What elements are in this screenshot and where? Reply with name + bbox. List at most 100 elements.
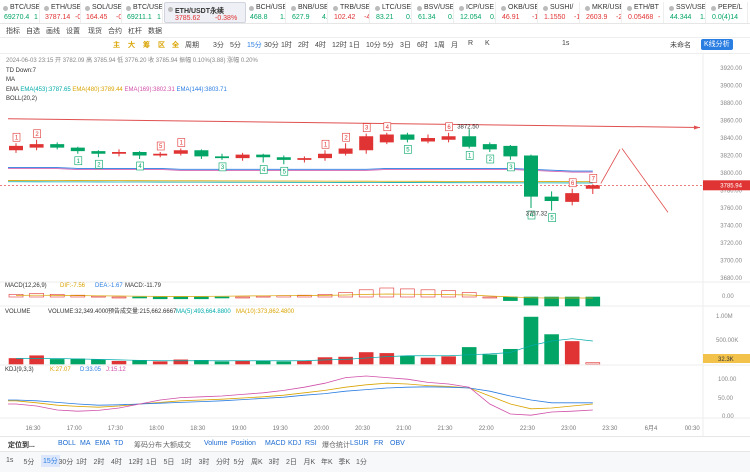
indicator-6[interactable]: 大额成交	[163, 440, 191, 450]
symbol-tab[interactable]: ICP/USE×12.0540.2	[456, 2, 496, 23]
symbol-tab[interactable]: SUSHI/×1.1550-1.	[540, 2, 580, 23]
indicator-0[interactable]: 定位到...	[8, 440, 35, 450]
candle-body[interactable]	[462, 136, 477, 147]
symbol-tab[interactable]: MKR/USE×2603.9-2.	[582, 2, 622, 23]
candle-body[interactable]	[441, 136, 456, 140]
candle-body[interactable]	[173, 150, 188, 154]
drawn-arrow-down[interactable]	[621, 148, 669, 213]
symbol-tab[interactable]: LTC/USE×83.210.14	[372, 2, 412, 23]
candle-body[interactable]	[524, 155, 538, 197]
period-1[interactable]: 5分	[230, 40, 241, 50]
bottom-period-10[interactable]: 1时	[181, 457, 192, 467]
period-7[interactable]: 12时	[332, 40, 347, 50]
indicator-14[interactable]: FR	[374, 440, 383, 447]
kline-analysis-button[interactable]: K线分析	[701, 39, 733, 50]
period-16[interactable]: K	[485, 40, 490, 47]
bottom-period-2[interactable]: 15分	[41, 455, 60, 467]
candle-body[interactable]	[421, 138, 435, 142]
indicator-8[interactable]: Position	[231, 440, 256, 447]
symbol-tab[interactable]: SOL/USE×164.45-0.	[82, 2, 122, 23]
candle-body[interactable]	[256, 154, 271, 158]
indicator-2[interactable]: MA	[80, 440, 91, 447]
period-13[interactable]: 1周	[434, 40, 445, 50]
indicator-11[interactable]: RSI	[305, 440, 317, 447]
candle-body[interactable]	[297, 158, 312, 160]
bottom-period-18[interactable]: 年K	[321, 457, 333, 467]
bottom-period-13[interactable]: 5分	[234, 457, 245, 467]
bottom-period-8[interactable]: 1日	[146, 457, 157, 467]
candle-body[interactable]	[318, 153, 332, 159]
chart-mode-1[interactable]: 大	[128, 40, 135, 50]
period-11[interactable]: 3日	[400, 40, 411, 50]
period-3[interactable]: 30分	[264, 40, 279, 50]
favorite-button[interactable]: 自选	[26, 26, 40, 36]
chart-mode-4[interactable]: 全	[172, 40, 179, 50]
chart-mode-0[interactable]: 主	[113, 40, 120, 50]
bottom-period-15[interactable]: 3时	[269, 457, 280, 467]
candle-body[interactable]	[153, 153, 168, 156]
indicator-3[interactable]: EMA	[95, 440, 110, 447]
symbol-tab[interactable]: BTC/USE×69270.41	[0, 2, 40, 23]
bottom-period-3[interactable]: 30分	[59, 457, 74, 467]
indicator-5[interactable]: 筹码分布	[134, 440, 162, 450]
candle-body[interactable]	[91, 151, 106, 154]
candle-body[interactable]	[235, 154, 250, 159]
candle-body[interactable]	[585, 185, 600, 189]
chart-mode-5[interactable]: 周期	[185, 40, 199, 50]
period-15[interactable]: R	[468, 40, 473, 47]
period-4[interactable]: 1时	[281, 40, 292, 50]
symbol-tab[interactable]: SSV/USE×44.3441.	[666, 2, 706, 23]
period-12[interactable]: 6时	[417, 40, 428, 50]
bottom-period-14[interactable]: 周K	[251, 457, 263, 467]
period-14[interactable]: 月	[451, 40, 458, 50]
candle-body[interactable]	[544, 196, 559, 201]
data-button[interactable]: 数据	[148, 26, 162, 36]
bottom-period-7[interactable]: 12时	[129, 457, 144, 467]
period-6[interactable]: 4时	[315, 40, 326, 50]
period-8[interactable]: 1日	[349, 40, 360, 50]
bottom-period-17[interactable]: 月K	[304, 457, 316, 467]
indicator-4[interactable]: TD	[114, 440, 123, 447]
bottom-period-6[interactable]: 4时	[111, 457, 122, 467]
candle-body[interactable]	[379, 134, 394, 143]
candle-body[interactable]	[70, 147, 85, 152]
indicator-10[interactable]: KDJ	[288, 440, 301, 447]
symbol-tab[interactable]: OKB/USE×46.91-1.4	[498, 2, 538, 23]
candle-body[interactable]	[9, 145, 23, 151]
indicator-1[interactable]: BOLL	[58, 440, 76, 447]
symbol-tab[interactable]: ETH/USDT永续×3785.62-0.38%	[164, 2, 246, 23]
chart-mode-2[interactable]: 筹	[143, 40, 150, 50]
bottom-period-1[interactable]: 5分	[24, 457, 35, 467]
symbol-tab[interactable]: PEPE/L×0.0(4)14	[708, 2, 748, 23]
symbol-tab[interactable]: ETH/BT×0.05468-	[624, 2, 664, 23]
indicator-7[interactable]: Volume	[204, 440, 227, 447]
candle-body[interactable]	[503, 145, 518, 157]
indicator-12[interactable]: 爆仓统计	[322, 440, 350, 450]
period-2[interactable]: 15分	[247, 40, 262, 50]
contract-button[interactable]: 合约	[108, 26, 122, 36]
drawn-arrow-up[interactable]	[600, 149, 621, 184]
symbol-tab[interactable]: TRB/USE×102.42-4.	[330, 2, 370, 23]
candle-body[interactable]	[276, 157, 291, 160]
period-10[interactable]: 5分	[383, 40, 394, 50]
chart-area[interactable]: 3920.00 3900.00 3880.00 3860.00 3840.00 3820.…	[0, 54, 750, 436]
candle-body[interactable]	[194, 150, 209, 157]
speed-select[interactable]: 1s	[562, 40, 569, 47]
candle-body[interactable]	[338, 148, 353, 154]
bottom-period-19[interactable]: 季K	[339, 457, 351, 467]
period-0[interactable]: 3分	[213, 40, 224, 50]
period-9[interactable]: 10分	[366, 40, 381, 50]
candle-body[interactable]	[482, 144, 497, 150]
chart-mode-3[interactable]: 区	[158, 40, 165, 50]
bottom-period-9[interactable]: 5日	[164, 457, 175, 467]
indicator-15[interactable]: OBV	[390, 440, 405, 447]
candle-body[interactable]	[112, 152, 126, 154]
bottom-period-16[interactable]: 2日	[286, 457, 297, 467]
period-5[interactable]: 2时	[298, 40, 309, 50]
indicator-13[interactable]: LSUR	[350, 440, 369, 447]
bottom-period-12[interactable]: 分时	[216, 457, 230, 467]
bottom-period-0[interactable]: 1s	[6, 457, 13, 464]
bottom-period-11[interactable]: 3时	[199, 457, 210, 467]
candle-body[interactable]	[132, 152, 147, 156]
candle-body[interactable]	[359, 136, 374, 151]
